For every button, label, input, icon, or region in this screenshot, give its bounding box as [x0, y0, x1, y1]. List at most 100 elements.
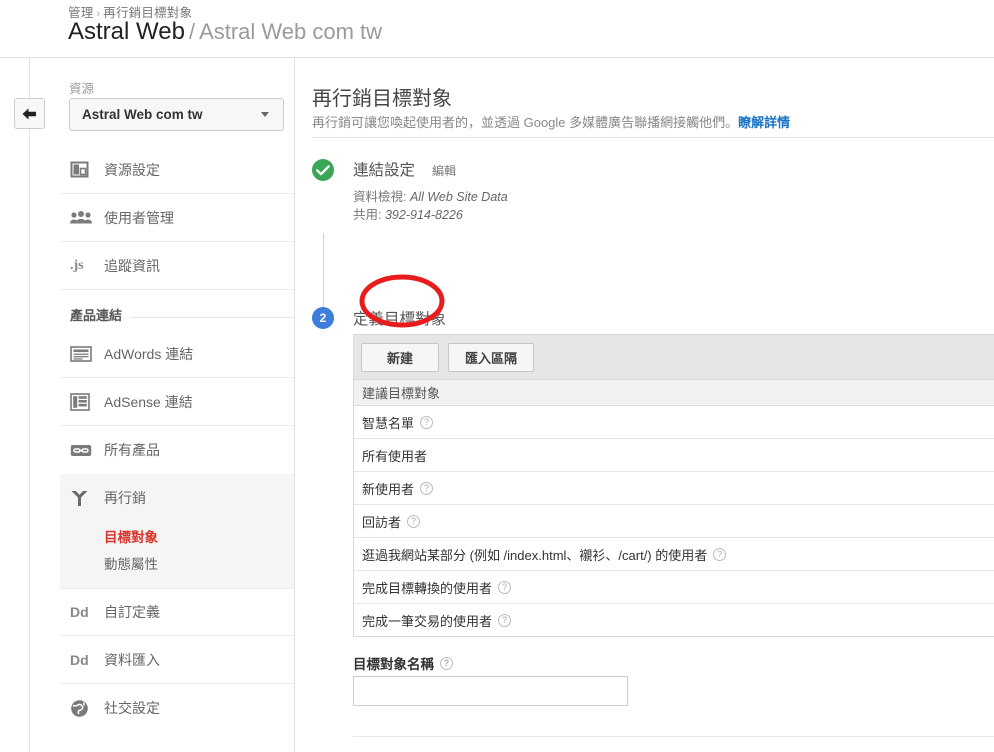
audience-name-input[interactable]	[353, 676, 628, 706]
step-connector-line	[323, 233, 324, 308]
resource-label: 資源	[69, 82, 95, 96]
import-segment-button[interactable]: 匯入區隔	[448, 342, 535, 372]
sidebar-item-tracking-info[interactable]: .js 追蹤資訊	[60, 242, 295, 290]
help-icon[interactable]: ?	[498, 613, 512, 627]
section-title: 再行銷目標對象	[312, 88, 452, 110]
sidebar-item-label: 所有產品	[104, 442, 160, 458]
suggested-audiences-header: 建議目標對象	[354, 380, 994, 406]
audience-label: 所有使用者	[362, 448, 428, 464]
globe-icon	[70, 699, 104, 718]
sidebar-item-label: 資源設定	[104, 161, 160, 178]
audience-label: 完成目標轉換的使用者	[362, 580, 493, 596]
group-divider	[130, 317, 295, 318]
title-slash: /	[188, 19, 196, 44]
help-icon[interactable]: ?	[420, 481, 434, 495]
audience-toolbar: 新建 匯入區隔	[354, 335, 994, 380]
page-header: 管理 › 再行銷目標對象 Astral Web / Astral Web com tw	[0, 0, 994, 58]
property-selector-value: Astral Web com tw	[82, 107, 203, 122]
check-icon	[316, 164, 330, 176]
sidebar-nav: 資源設定 使用者管理 .js 追蹤資訊 產品連結 AdWords 連結 AdSe…	[60, 146, 306, 732]
property-name: Astral Web com tw	[199, 19, 383, 44]
sidebar-item-label: AdSense 連結	[104, 393, 193, 410]
help-icon[interactable]: ?	[420, 415, 434, 429]
adsense-list-icon	[70, 392, 104, 411]
step1-view-key: 資料檢視:	[353, 190, 407, 204]
sidebar-group-label: 產品連結	[70, 308, 123, 323]
content-divider	[312, 137, 994, 138]
dd-icon: Dd	[70, 651, 89, 668]
page-title-row: Astral Web / Astral Web com tw	[68, 18, 382, 46]
help-icon[interactable]: ?	[498, 580, 512, 594]
section-description-text: 再行銷可讓您喚起使用者的，並透過 Google 多媒體廣告聯播網接觸他們。	[312, 115, 739, 130]
step1-view-row: 資料檢視: All Web Site Data	[353, 186, 508, 205]
sidebar-item-property-settings[interactable]: 資源設定	[60, 146, 295, 194]
dd-icon: Dd	[70, 604, 89, 620]
list-item[interactable]: 完成一筆交易的使用者 ?	[354, 604, 994, 637]
audience-name-label: 目標對象名稱	[353, 657, 434, 672]
sidebar-item-label: 社交設定	[104, 700, 160, 716]
actions-divider	[353, 736, 994, 737]
section-description: 再行銷可讓您喚起使用者的，並透過 Google 多媒體廣告聯播網接觸他們。瞭解詳…	[312, 112, 790, 131]
link-chain-icon	[70, 443, 104, 458]
sidebar-subitem-audiences[interactable]: 目標對象	[60, 522, 295, 549]
sidebar-item-social-settings[interactable]: 社交設定	[60, 684, 295, 732]
audience-label: 完成一筆交易的使用者	[362, 613, 493, 629]
learn-more-link[interactable]: 瞭解詳情	[738, 115, 790, 130]
layout-panel-icon	[70, 160, 104, 179]
sidebar-item-custom-definitions[interactable]: Dd 自訂定義	[60, 588, 295, 636]
list-item[interactable]: 完成目標轉換的使用者 ?	[354, 571, 994, 604]
analytics-admin-page: 管理 › 再行銷目標對象 Astral Web / Astral Web com tw …	[0, 0, 994, 752]
account-name: Astral Web	[68, 18, 185, 45]
sidebar-subitem-label: 動態屬性	[104, 556, 158, 572]
audience-definition-card: 新建 匯入區隔 建議目標對象 智慧名單 ? 所有使用者 新使用者 ? 回訪者 ?…	[353, 334, 994, 637]
back-rail-line	[29, 58, 30, 752]
help-icon[interactable]: ?	[407, 514, 421, 528]
users-icon	[70, 210, 104, 226]
sidebar-section-remarketing: 再行銷 目標對象 動態屬性	[60, 474, 306, 588]
sidebar-item-user-management[interactable]: 使用者管理	[60, 194, 295, 242]
audience-label: 新使用者	[362, 481, 415, 497]
sidebar-item-label: 自訂定義	[104, 604, 160, 620]
sidebar-group-product-links: 產品連結	[60, 290, 295, 330]
step2-title: 定義目標對象	[353, 311, 447, 328]
list-item[interactable]: 智慧名單 ?	[354, 406, 994, 439]
step1-share-key: 共用:	[353, 208, 382, 222]
step1-view-value: All Web Site Data	[409, 190, 508, 204]
sidebar-item-label: AdWords 連結	[104, 345, 194, 362]
admin-sidebar: 資源 Astral Web com tw 資源設定 使用者管理 .js 追蹤資訊	[60, 58, 306, 752]
step1-share-row: 共用: 392-914-8226	[353, 204, 463, 223]
audience-label: 逛過我網站某部分 (例如 /index.html、襯衫、/cart/) 的使用者	[362, 547, 708, 563]
audience-name-label-row: 目標對象名稱 ?	[353, 653, 453, 673]
list-item[interactable]: 回訪者 ?	[354, 505, 994, 538]
list-item[interactable]: 逛過我網站某部分 (例如 /index.html、襯衫、/cart/) 的使用者…	[354, 538, 994, 571]
sidebar-item-adsense-linking[interactable]: AdSense 連結	[60, 378, 295, 426]
sidebar-item-remarketing[interactable]: 再行銷	[60, 474, 295, 522]
step1-edit-link[interactable]: 編輯	[432, 162, 456, 179]
back-button[interactable]	[14, 98, 45, 129]
step1-status-badge	[312, 159, 334, 181]
remarketing-branch-icon	[70, 489, 104, 508]
chevron-down-icon	[261, 112, 269, 117]
sidebar-item-adwords-linking[interactable]: AdWords 連結	[60, 330, 295, 378]
help-icon[interactable]: ?	[440, 656, 453, 670]
audience-label: 智慧名單	[362, 415, 415, 431]
adwords-card-icon	[70, 345, 104, 362]
step2-number-badge: 2	[312, 307, 334, 329]
list-item[interactable]: 所有使用者	[354, 439, 994, 472]
help-icon[interactable]: ?	[713, 547, 727, 561]
new-audience-button[interactable]: 新建	[361, 342, 439, 372]
sidebar-item-label: 資料匯入	[104, 651, 160, 668]
audience-label: 回訪者	[362, 514, 402, 530]
main-content: 再行銷目標對象 再行銷可讓您喚起使用者的，並透過 Google 多媒體廣告聯播網…	[295, 58, 994, 752]
sidebar-subitem-label: 目標對象	[104, 529, 158, 545]
property-selector[interactable]: Astral Web com tw	[69, 98, 284, 131]
sidebar-subitem-dynamic-attributes[interactable]: 動態屬性	[60, 549, 295, 576]
step1-title: 連結設定	[353, 162, 416, 179]
js-icon: .js	[70, 257, 84, 273]
sidebar-item-data-import[interactable]: Dd 資料匯入	[60, 636, 295, 684]
sidebar-item-all-products[interactable]: 所有產品	[60, 426, 295, 474]
list-item[interactable]: 新使用者 ?	[354, 472, 994, 505]
sidebar-item-label: 再行銷	[104, 490, 146, 506]
sidebar-item-label: 使用者管理	[104, 209, 174, 226]
arrow-left-icon	[21, 107, 38, 121]
